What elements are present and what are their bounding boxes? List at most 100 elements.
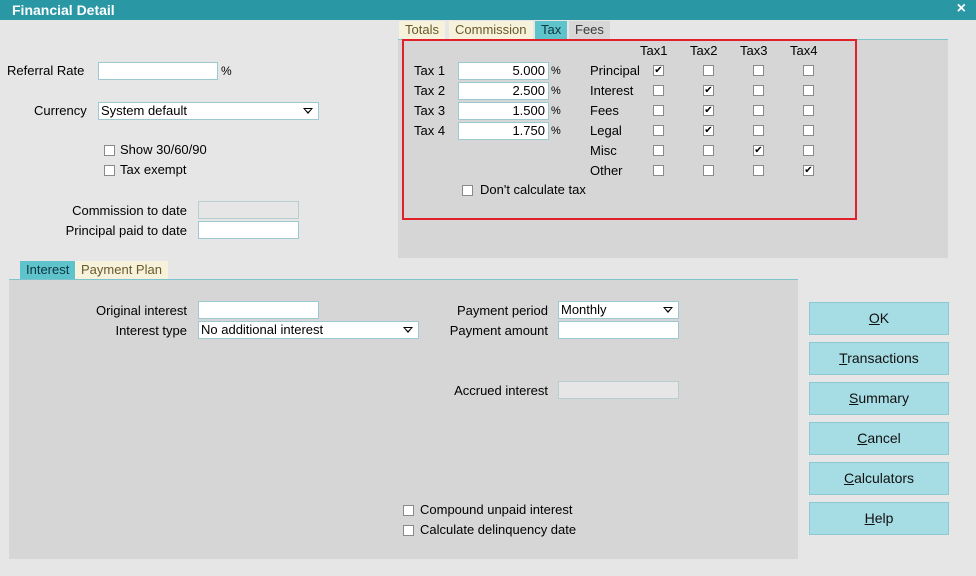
tax-checkbox-principal-tax3[interactable] [753,65,764,76]
tax-checkbox-legal-tax2[interactable] [703,125,714,136]
delinquency-date-label: Calculate delinquency date [420,522,577,537]
chevron-down-icon [663,307,673,313]
cancel-button[interactable]: Cancel [809,422,949,455]
payment-period-label: Payment period [456,303,548,318]
calculators-label: alculators [854,470,915,486]
row-label-fees: Fees [590,103,619,118]
principal-paid-label: Principal paid to date [65,223,187,238]
tax-checkbox-interest-tax2[interactable] [703,85,714,96]
payment-amount-input[interactable] [558,321,679,339]
summary-mnemonic: S [849,390,859,406]
show-30-60-90-checkbox[interactable] [104,145,115,156]
tax2-label: Tax 2 [414,83,446,98]
close-icon[interactable]: × [957,0,966,18]
tax4-label: Tax 4 [414,123,446,138]
window-title: Financial Detail [12,2,115,18]
tax-checkbox-legal-tax1[interactable] [653,125,664,136]
row-label-legal: Legal [590,123,622,138]
show-30-60-90-label: Show 30/60/90 [120,142,207,157]
transactions-mnemonic: T [839,350,848,366]
ok-button[interactable]: OK [809,302,949,335]
tab-totals[interactable]: Totals [399,21,445,39]
tax-checkbox-interest-tax3[interactable] [753,85,764,96]
tax-checkbox-fees-tax4[interactable] [803,105,814,116]
dont-calculate-tax-checkbox[interactable] [462,185,473,196]
payment-amount-label: Payment amount [449,323,548,338]
tax-checkbox-interest-tax4[interactable] [803,85,814,96]
help-button[interactable]: Help [809,502,949,535]
transactions-label: ransactions [847,350,919,366]
tax1-unit: % [551,65,561,77]
commission-to-date-label: Commission to date [72,203,187,218]
tax-checkbox-other-tax1[interactable] [653,165,664,176]
tax-checkbox-other-tax2[interactable] [703,165,714,176]
original-interest-input[interactable] [198,301,319,319]
referral-rate-label: Referral Rate [7,63,85,78]
tab-commission[interactable]: Commission [449,21,533,39]
bottom-tab-strip-line [9,279,798,280]
interest-type-label: Interest type [115,323,187,338]
row-label-other: Other [590,163,623,178]
original-interest-label: Original interest [95,303,187,318]
tax3-label: Tax 3 [414,103,446,118]
ok-label: K [879,310,890,326]
compound-interest-checkbox[interactable] [403,505,414,516]
tax-checkbox-legal-tax3[interactable] [753,125,764,136]
tax-checkbox-principal-tax2[interactable] [703,65,714,76]
tax4-rate-input[interactable]: 1.750 [458,122,549,140]
tax-exempt-checkbox[interactable] [104,165,115,176]
tax-checkbox-principal-tax4[interactable] [803,65,814,76]
delinquency-date-checkbox[interactable] [403,525,414,536]
tab-interest[interactable]: Interest [20,261,76,279]
tax3-rate-input[interactable]: 1.500 [458,102,549,120]
cancel-label: ancel [867,430,901,446]
cancel-mnemonic: C [857,430,868,446]
title-bar: Financial Detail × [0,0,976,20]
tax-checkbox-interest-tax1[interactable] [653,85,664,96]
tax-checkbox-other-tax4[interactable] [803,165,814,176]
tax-checkbox-principal-tax1[interactable] [653,65,664,76]
calculators-mnemonic: C [843,470,855,486]
currency-select[interactable]: System default [98,102,319,120]
col-header-tax3: Tax3 [740,43,768,58]
tax2-unit: % [551,85,561,97]
col-header-tax1: Tax1 [640,43,668,58]
tax-checkbox-fees-tax2[interactable] [703,105,714,116]
tax-checkbox-fees-tax3[interactable] [753,105,764,116]
transactions-button[interactable]: Transactions [809,342,949,375]
currency-label: Currency [34,103,87,118]
help-mnemonic: H [864,510,875,526]
tax-checkbox-other-tax3[interactable] [753,165,764,176]
tab-fees[interactable]: Fees [569,21,610,39]
tax1-rate-input[interactable]: 5.000 [458,62,549,80]
dont-calculate-tax-label: Don't calculate tax [480,182,586,197]
tax2-rate-input[interactable]: 2.500 [458,82,549,100]
commission-to-date-field [198,201,299,219]
tax-checkbox-fees-tax1[interactable] [653,105,664,116]
calculators-button[interactable]: Calculators [809,462,949,495]
interest-type-value: No additional interest [201,322,324,337]
interest-type-select[interactable]: No additional interest [198,321,419,339]
tax-exempt-label: Tax exempt [120,162,187,177]
accrued-interest-field [558,381,679,399]
col-header-tax2: Tax2 [690,43,718,58]
tax-checkbox-legal-tax4[interactable] [803,125,814,136]
row-label-interest: Interest [590,83,634,98]
summary-label: ummary [858,390,909,406]
tax-checkbox-misc-tax1[interactable] [653,145,664,156]
currency-value: System default [101,103,187,118]
tab-payment-plan[interactable]: Payment Plan [75,261,168,279]
ok-mnemonic: O [868,310,880,326]
principal-paid-input[interactable] [198,221,299,239]
row-label-misc: Misc [590,143,617,158]
tax-checkbox-misc-tax3[interactable] [753,145,764,156]
tax-checkbox-misc-tax2[interactable] [703,145,714,156]
referral-rate-percent: % [221,64,232,78]
summary-button[interactable]: Summary [809,382,949,415]
tax4-unit: % [551,125,561,137]
payment-period-select[interactable]: Monthly [558,301,679,319]
col-header-tax4: Tax4 [790,43,818,58]
tax-checkbox-misc-tax4[interactable] [803,145,814,156]
tab-tax[interactable]: Tax [535,21,568,39]
referral-rate-input[interactable] [98,62,218,80]
